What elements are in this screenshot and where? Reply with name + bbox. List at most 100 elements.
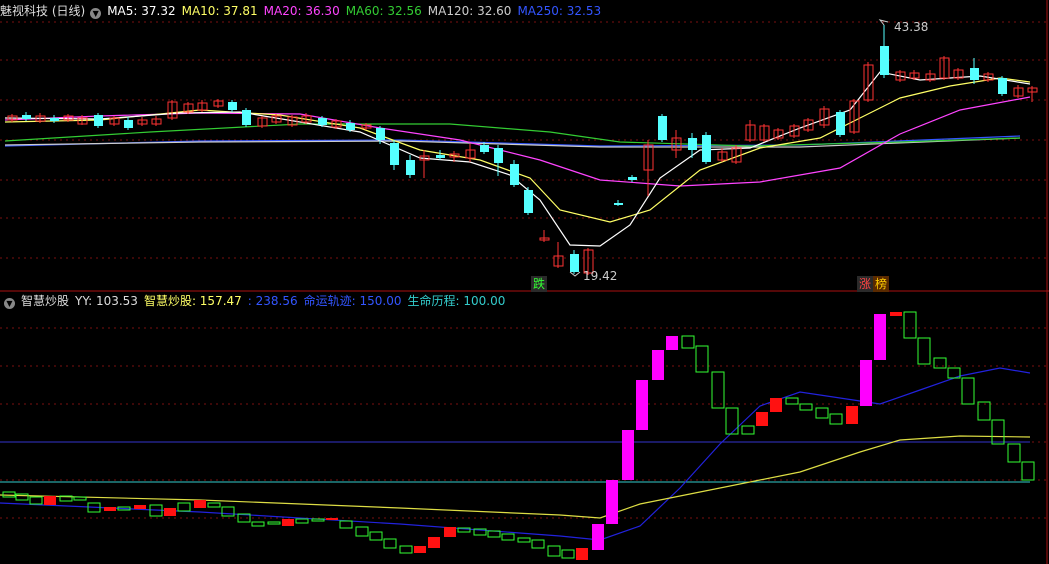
indicator-box <box>576 548 588 560</box>
candle-body <box>836 112 845 135</box>
indicator-box <box>369 531 383 541</box>
indicator-legend-bar: ▼ 智慧炒股 YY: 103.53 智慧炒股: 157.47 : 238.56 命运轨迹:… <box>0 292 511 310</box>
indicator-box <box>29 496 43 505</box>
candle-body <box>436 155 445 158</box>
indicator-box <box>44 496 56 505</box>
indicator-box <box>695 345 709 373</box>
zhang-badge[interactable]: 涨 <box>857 276 874 292</box>
indicator-box <box>2 491 16 498</box>
candle-body <box>494 148 503 163</box>
candle-body <box>998 78 1007 94</box>
candle-body <box>880 46 889 75</box>
ma10-label: MA10: 37.81 <box>181 4 258 18</box>
indicator-box <box>592 524 604 550</box>
ma20-label: MA20: 36.30 <box>263 4 340 18</box>
indicator-box <box>104 507 116 511</box>
indicator-box <box>606 480 618 524</box>
zhihui-label: 智慧炒股: 157.47 <box>143 294 242 308</box>
low-price-label: 19.42 <box>583 269 618 283</box>
mingyun-label: 命运轨迹: 150.00 <box>303 294 402 308</box>
candle-body <box>658 116 667 140</box>
indicator-box <box>517 537 531 543</box>
candle-body <box>628 177 637 180</box>
candle-body <box>570 254 579 272</box>
indicator-box <box>933 357 947 369</box>
chevron-down-icon[interactable]: ▼ <box>90 8 102 19</box>
chart-canvas <box>0 0 1049 564</box>
candle-body <box>50 118 59 121</box>
zhihui-line <box>0 435 1031 519</box>
main-ma-lines <box>4 71 1031 247</box>
indicator-box <box>383 538 397 549</box>
indicator-box <box>207 502 221 508</box>
yy-label: YY: 103.53 <box>75 294 138 308</box>
indicator-box <box>339 520 353 529</box>
indicator-box <box>1007 443 1021 463</box>
candle-body <box>524 190 533 213</box>
indicator-box <box>164 508 176 516</box>
bang-badge[interactable]: 榜 <box>873 276 890 292</box>
indicator-lines <box>0 367 1031 541</box>
ma5-label: MA5: 37.32 <box>107 4 176 18</box>
candlesticks <box>7 19 1038 277</box>
candle-body <box>94 115 103 126</box>
indicator-box <box>177 502 191 512</box>
indicator-box <box>1021 461 1035 481</box>
indicator-boxes <box>2 311 1035 560</box>
indicator-box <box>428 537 440 548</box>
indicator-box <box>355 526 369 537</box>
shengming-label: 生命历程: 100.00 <box>407 294 506 308</box>
indicator-title: 智慧炒股 <box>21 294 70 308</box>
indicator-box <box>799 403 813 411</box>
candle-body <box>22 115 31 119</box>
indicator-box <box>134 505 146 509</box>
indicator-box <box>652 350 664 380</box>
indicator-box <box>829 413 843 425</box>
indicator-box <box>267 521 281 525</box>
die-badge[interactable]: 跌 <box>531 276 548 292</box>
indicator-box <box>444 527 456 537</box>
indicator-box <box>399 545 413 554</box>
indicator-box <box>561 549 575 559</box>
main-legend-bar: 魅视科技 (日线) ▼ MA5: 37.32 MA10: 37.81 MA20: 36.… <box>0 2 607 20</box>
candle-body <box>510 164 519 185</box>
indicator-box <box>251 521 265 527</box>
indicator-box <box>874 314 886 360</box>
indicator-box <box>890 312 902 316</box>
candle-body <box>702 135 711 162</box>
candle-body <box>688 138 697 150</box>
indicator-box <box>194 500 206 508</box>
indicator-box <box>977 401 991 421</box>
indicator-box <box>414 546 426 553</box>
candle-body <box>376 128 385 140</box>
low-marker <box>569 271 581 277</box>
ma5-line <box>4 71 1031 247</box>
candle-body <box>242 110 251 125</box>
blue-value-label: : 238.56 <box>247 294 298 308</box>
indicator-box <box>815 407 829 419</box>
indicator-box <box>770 398 782 412</box>
indicator-box <box>681 335 695 349</box>
indicator-box <box>622 430 634 480</box>
indicator-box <box>785 397 799 405</box>
stock-title: 魅视科技 (日线) <box>0 4 86 18</box>
indicator-box <box>636 380 648 430</box>
indicator-box <box>666 336 678 350</box>
candle-body <box>318 118 327 125</box>
candle-body <box>970 68 979 80</box>
indicator-box <box>73 496 87 501</box>
candle-body <box>406 160 415 175</box>
indicator-box <box>741 425 755 435</box>
indicator-box <box>282 519 294 526</box>
indicator-box <box>903 311 917 339</box>
candle-body <box>480 145 489 152</box>
grid-lines <box>0 0 1049 564</box>
candle-body <box>614 203 623 205</box>
indicator-box <box>295 518 309 524</box>
high-price-label: 43.38 <box>894 20 929 34</box>
indicator-box <box>326 518 338 520</box>
indicator-box <box>860 360 872 406</box>
chevron-down-icon[interactable]: ▼ <box>4 298 15 309</box>
indicator-box <box>917 337 931 365</box>
ma60-label: MA60: 32.56 <box>345 4 422 18</box>
